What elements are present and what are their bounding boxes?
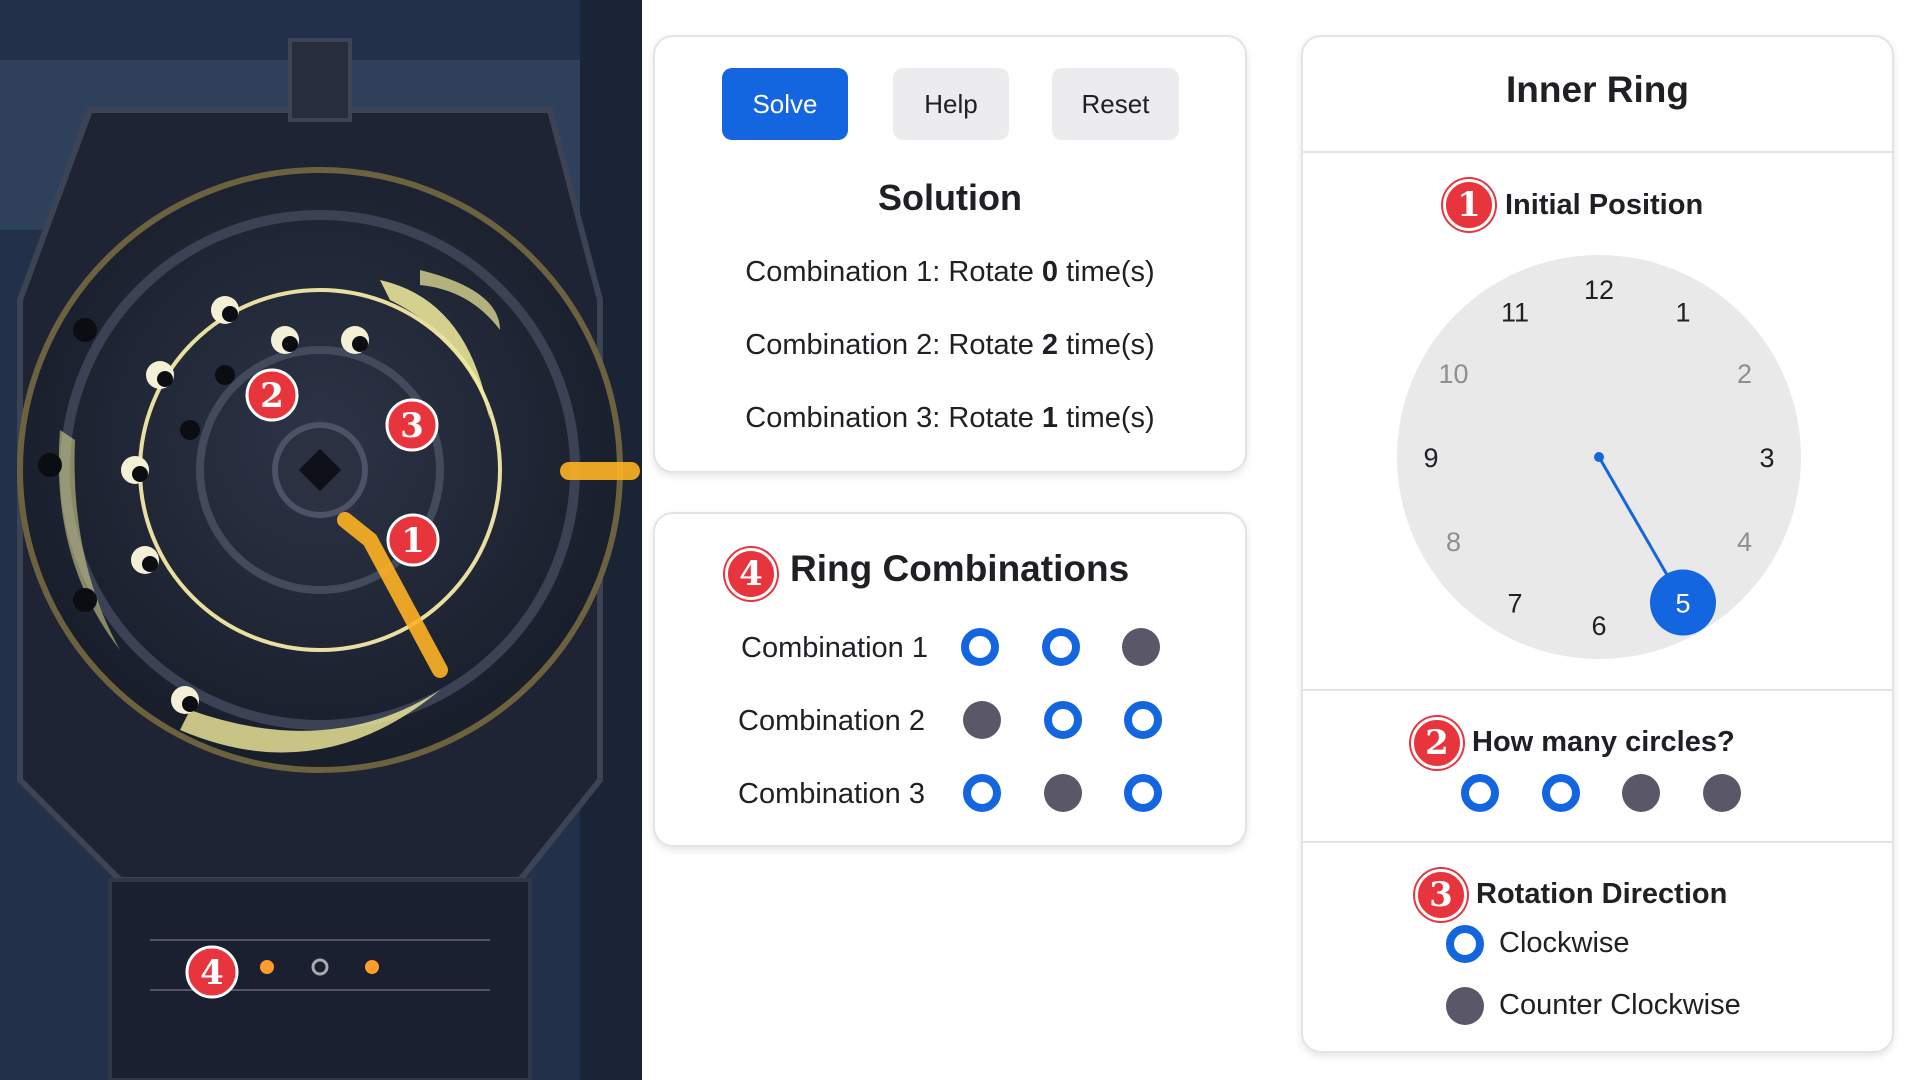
- clock-number-3[interactable]: 3: [1759, 443, 1774, 473]
- badge-4: 4: [725, 548, 777, 600]
- solution-line-1-prefix: Combination 1: Rotate: [745, 256, 1042, 288]
- clock-number-7[interactable]: 7: [1507, 588, 1522, 618]
- initial-position-label: Initial Position: [1505, 189, 1704, 221]
- rotation-direction-label: Rotation Direction: [1476, 878, 1728, 910]
- solution-line-2-count: 2: [1041, 329, 1059, 361]
- game-screenshot: 1 2 3 4: [0, 0, 642, 1080]
- how-many-circles-label: How many circles?: [1472, 726, 1735, 758]
- solution-line-2: Combination 2: Rotate 2 time(s): [655, 329, 1245, 362]
- game-marker-3: 3: [400, 406, 424, 446]
- combination-row-1: Combination 1: [655, 624, 1245, 674]
- combination-3-ring-2-toggle[interactable]: [1044, 774, 1082, 812]
- clock-number-9[interactable]: 9: [1423, 443, 1438, 473]
- solution-line-3-prefix: Combination 3: Rotate: [745, 402, 1042, 434]
- combination-3-ring-1-toggle[interactable]: [963, 774, 1001, 812]
- clock-number-4[interactable]: 4: [1737, 527, 1752, 557]
- solution-line-1: Combination 1: Rotate 0 time(s): [655, 256, 1245, 289]
- circle-count-toggle-3[interactable]: [1622, 774, 1660, 812]
- solution-line-2-suffix: time(s): [1058, 329, 1155, 361]
- clock-number-5[interactable]: 5: [1675, 588, 1690, 618]
- badge-2: 2: [1411, 717, 1463, 769]
- clock-number-10[interactable]: 10: [1438, 359, 1468, 389]
- clockwise-radio[interactable]: [1446, 925, 1484, 963]
- divider: [1303, 689, 1892, 691]
- solution-line-1-count: 0: [1041, 256, 1059, 288]
- reset-button[interactable]: Reset: [1052, 68, 1179, 140]
- solution-line-3: Combination 3: Rotate 1 time(s): [655, 402, 1245, 435]
- game-marker-4: 4: [200, 953, 224, 993]
- help-button[interactable]: Help: [893, 68, 1009, 140]
- clock-number-12[interactable]: 12: [1584, 275, 1614, 305]
- clock-number-8[interactable]: 8: [1446, 527, 1461, 557]
- clock-dial: 121234567891011: [1397, 255, 1801, 659]
- combination-row-3: Combination 3: [655, 770, 1245, 820]
- clock-center: [1594, 452, 1604, 462]
- game-marker-1: 1: [401, 521, 425, 561]
- combination-2-ring-1-toggle[interactable]: [963, 701, 1001, 739]
- inner-ring-card: Inner Ring 1 Initial Position 12 1 2 3 4 5 6 7 8…: [1301, 35, 1894, 1053]
- clock-number-2[interactable]: 2: [1737, 359, 1752, 389]
- counter-clockwise-label[interactable]: Counter Clockwise: [1499, 989, 1741, 1022]
- combination-2-ring-3-toggle[interactable]: [1124, 701, 1162, 739]
- combination-label: Combination 1: [741, 632, 928, 664]
- combination-label: Combination 3: [738, 778, 925, 810]
- combination-label: Combination 2: [738, 705, 925, 737]
- divider: [1303, 151, 1892, 153]
- solution-card: Solve Help Reset Solution Combination 1:…: [653, 35, 1247, 473]
- combination-row-2: Combination 2: [655, 697, 1245, 747]
- combination-1-ring-2-toggle[interactable]: [1042, 628, 1080, 666]
- circle-count-toggle-4[interactable]: [1703, 774, 1741, 812]
- combination-3-ring-3-toggle[interactable]: [1124, 774, 1162, 812]
- combination-1-ring-3-toggle[interactable]: [1122, 628, 1160, 666]
- badge-3: 3: [1415, 869, 1467, 921]
- solution-title: Solution: [878, 177, 1022, 218]
- divider: [1303, 841, 1892, 843]
- combination-1-ring-1-toggle[interactable]: [961, 628, 999, 666]
- clock-number-6[interactable]: 6: [1591, 611, 1606, 641]
- circle-count-toggle-1[interactable]: [1461, 774, 1499, 812]
- solve-button[interactable]: Solve: [722, 68, 848, 140]
- ring-combinations-title: Ring Combinations: [790, 548, 1130, 589]
- solution-line-2-prefix: Combination 2: Rotate: [745, 329, 1042, 361]
- ring-combinations-card: 4 Ring Combinations Combination 1 Combin…: [653, 512, 1247, 847]
- clock-number-11[interactable]: 11: [1501, 298, 1529, 328]
- circle-count-toggle-2[interactable]: [1542, 774, 1580, 812]
- combination-2-ring-2-toggle[interactable]: [1044, 701, 1082, 739]
- badge-1: 1: [1443, 179, 1495, 231]
- counter-clockwise-radio[interactable]: [1446, 987, 1484, 1025]
- solution-line-3-count: 1: [1041, 402, 1059, 434]
- solution-line-3-suffix: time(s): [1058, 402, 1155, 434]
- solution-line-1-suffix: time(s): [1058, 256, 1155, 288]
- clockwise-label[interactable]: Clockwise: [1499, 927, 1630, 960]
- puzzle-mechanism: 1 2 3 4: [0, 0, 642, 1080]
- clock-number-1[interactable]: 1: [1675, 298, 1690, 328]
- game-marker-2: 2: [260, 376, 284, 416]
- inner-ring-title: Inner Ring: [1506, 69, 1689, 110]
